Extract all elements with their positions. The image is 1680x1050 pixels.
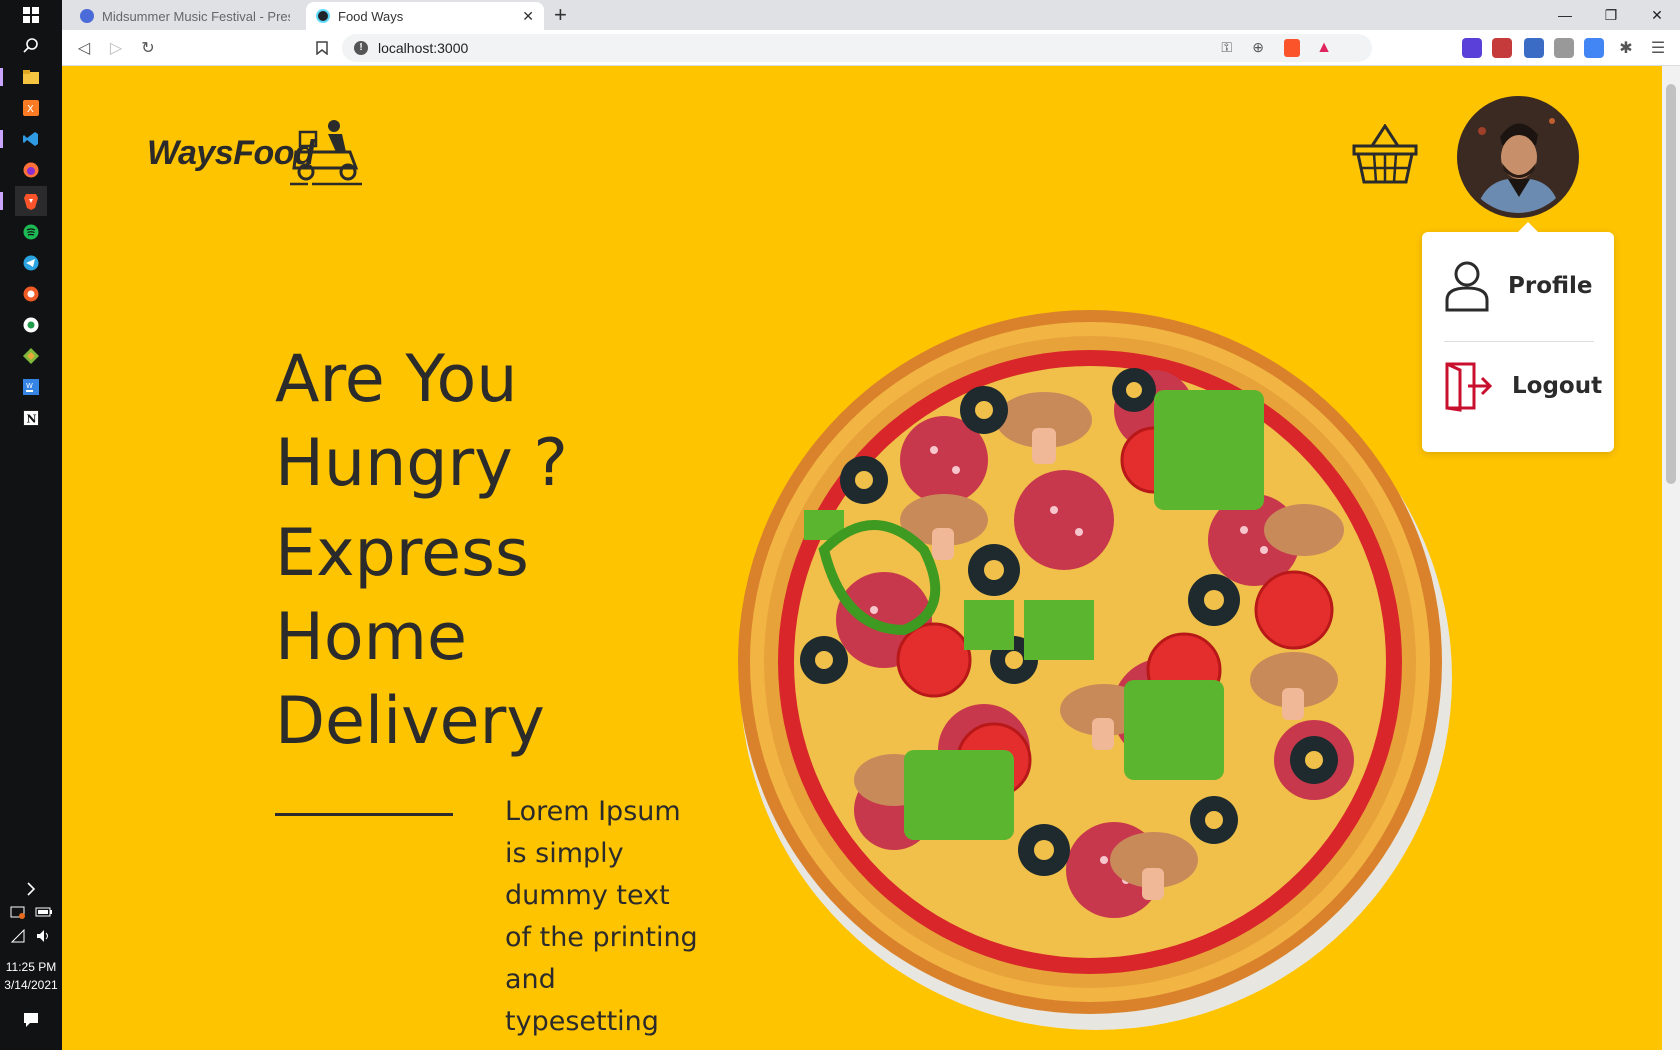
description-line: of the printing: [505, 922, 698, 953]
basket-icon[interactable]: [1352, 124, 1418, 186]
svg-text:X: X: [27, 104, 34, 115]
menu-icon[interactable]: ☰: [1646, 36, 1670, 60]
description-line: is simply: [505, 838, 624, 869]
brave-rewards-icon[interactable]: ▲: [1316, 39, 1332, 57]
logout-label: Logout: [1512, 373, 1603, 399]
browser-tab-bar: Midsummer Music Festival - Presentation …: [62, 0, 1680, 30]
extension-icon[interactable]: [1554, 38, 1574, 58]
new-tab-button[interactable]: +: [554, 2, 567, 28]
description-line: typesetting: [505, 1006, 659, 1037]
restore-button[interactable]: ❐: [1588, 0, 1634, 30]
back-icon[interactable]: ◁: [72, 36, 96, 60]
forward-icon[interactable]: ▷: [104, 36, 128, 60]
search-icon[interactable]: [15, 30, 47, 60]
clock-time[interactable]: 11:25 PM: [0, 960, 62, 974]
windows-taskbar: X W N 11:25 PM 3/14/2021: [0, 0, 62, 1050]
reload-icon[interactable]: ↻: [136, 36, 160, 60]
user-icon: [1445, 261, 1489, 312]
brave-shields-icon[interactable]: [1284, 39, 1300, 57]
xampp-icon[interactable]: X: [15, 93, 47, 123]
tab-label: Midsummer Music Festival - Presentation: [102, 8, 290, 24]
logout-menu-item[interactable]: Logout: [1444, 360, 1602, 412]
wifi-icon[interactable]: [8, 921, 28, 951]
clock-date[interactable]: 3/14/2021: [0, 978, 62, 992]
delivery-scooter-icon: [290, 120, 362, 186]
site-info-icon[interactable]: !: [354, 41, 368, 55]
extension-icon[interactable]: [1524, 38, 1544, 58]
hero-subtitle-line: Home: [275, 600, 467, 675]
minimize-button[interactable]: —: [1542, 0, 1588, 30]
windows-start-icon[interactable]: [15, 0, 47, 30]
postman-icon[interactable]: [15, 279, 47, 309]
extension-icon[interactable]: [1462, 38, 1482, 58]
browser-nav-bar: ◁ ▷ ↻ ! localhost:3000 ⚿ ⊕ ▲ ✱ ☰: [62, 30, 1680, 66]
description-line: dummy text: [505, 880, 670, 911]
hero-title-line: Are You: [275, 342, 518, 417]
page-viewport: WaysFood Profile Logout Are You Hungry ?…: [62, 66, 1662, 1050]
tab-label: Food Ways: [338, 8, 404, 24]
file-explorer-icon[interactable]: [0, 62, 47, 92]
node-icon[interactable]: [15, 310, 47, 340]
address-bar[interactable]: ! localhost:3000 ⚿ ⊕ ▲: [342, 34, 1372, 62]
volume-icon[interactable]: [34, 921, 54, 951]
description-line: Lorem Ipsum: [505, 796, 681, 827]
spotify-icon[interactable]: [15, 217, 47, 247]
menu-divider: [1444, 341, 1594, 342]
firefox-icon[interactable]: [15, 155, 47, 185]
zoom-icon[interactable]: ⊕: [1252, 39, 1264, 56]
translate-icon[interactable]: [1584, 38, 1604, 58]
notion-icon[interactable]: N: [15, 403, 47, 433]
svg-text:W: W: [26, 382, 33, 390]
svg-text:N: N: [27, 413, 37, 426]
tab-food-ways[interactable]: Food Ways ✕: [306, 2, 544, 30]
hero-subtitle-line: Express: [275, 516, 529, 591]
profile-menu-item[interactable]: Profile: [1444, 260, 1593, 312]
close-window-button[interactable]: ✕: [1634, 0, 1680, 30]
vscode-icon[interactable]: [0, 124, 47, 154]
hero-description: Lorem Ipsum is simply dummy text of the …: [505, 791, 705, 1043]
pizza-image: [738, 310, 1452, 1030]
extensions-puzzle-icon[interactable]: ✱: [1614, 36, 1638, 60]
canva-favicon-icon: [80, 9, 94, 23]
page-scrollbar[interactable]: [1662, 66, 1680, 1050]
brave-icon[interactable]: [0, 186, 47, 216]
bookmark-icon[interactable]: [310, 36, 334, 60]
url-text: localhost:3000: [378, 40, 469, 56]
git-icon[interactable]: [15, 341, 47, 371]
key-icon[interactable]: ⚿: [1221, 39, 1232, 56]
scrollbar-thumb[interactable]: [1666, 84, 1676, 484]
hero-subtitle-line: Delivery: [275, 684, 545, 759]
tab-midsummer[interactable]: Midsummer Music Festival - Presentation: [70, 2, 300, 30]
telegram-icon[interactable]: [15, 248, 47, 278]
hero-title-line: Hungry ?: [275, 426, 568, 501]
profile-label: Profile: [1508, 273, 1593, 299]
close-tab-icon[interactable]: ✕: [522, 8, 534, 25]
description-line: and: [505, 964, 556, 995]
notifications-icon[interactable]: [15, 1005, 47, 1035]
react-favicon-icon: [316, 9, 330, 23]
hero-divider: [275, 813, 453, 816]
user-avatar[interactable]: [1457, 96, 1579, 218]
extension-icon[interactable]: [1492, 38, 1512, 58]
webstorm-icon[interactable]: W: [15, 372, 47, 402]
